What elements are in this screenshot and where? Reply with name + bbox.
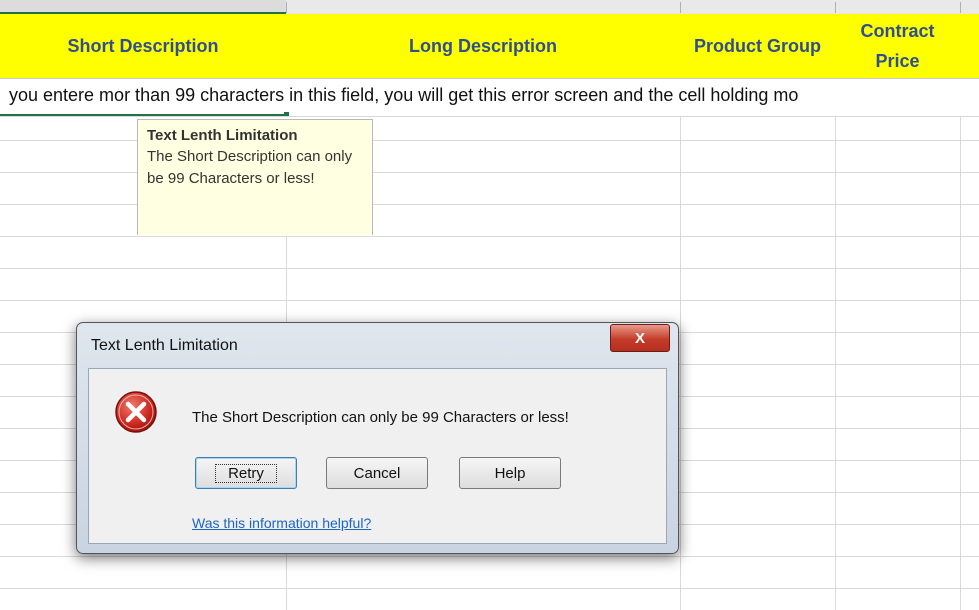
- selected-column-header[interactable]: [0, 0, 286, 14]
- column-divider: [286, 2, 287, 13]
- tooltip-body: The Short Description can only be 99 Cha…: [147, 148, 353, 187]
- header-product-group[interactable]: Product Group: [680, 14, 835, 78]
- help-button-label: Help: [494, 464, 526, 482]
- grid-line: [0, 236, 979, 237]
- grid-line: [680, 116, 681, 610]
- grid-line: [960, 116, 961, 610]
- error-message: The Short Description can only be 99 Cha…: [192, 409, 569, 426]
- column-divider: [835, 2, 836, 13]
- error-icon: [115, 391, 157, 433]
- spreadsheet-row[interactable]: you entere mor than 99 characters in thi…: [0, 78, 979, 116]
- grid-line: [835, 116, 836, 610]
- header-row: Short Description Long Description Produ…: [0, 14, 979, 79]
- grid-line: [0, 116, 979, 117]
- input-message-tooltip: Text Lenth Limitation The Short Descript…: [137, 119, 373, 235]
- grid-line: [0, 556, 979, 557]
- feedback-link[interactable]: Was this information helpful?: [192, 515, 371, 531]
- grid-line: [0, 588, 979, 589]
- cancel-button[interactable]: Cancel: [326, 457, 428, 489]
- retry-button-label: Retry: [215, 463, 277, 483]
- column-header-strip: [0, 0, 979, 15]
- header-short-description[interactable]: Short Description: [0, 14, 286, 78]
- close-button[interactable]: X: [610, 324, 670, 352]
- header-contract-price[interactable]: Contract Price: [835, 14, 960, 78]
- error-dialog: Text Lenth Limitation X The Short Descri…: [76, 322, 679, 554]
- grid-line: [0, 300, 979, 301]
- grid-line: [0, 268, 979, 269]
- cell-text: you entere mor than 99 characters in thi…: [9, 85, 799, 105]
- column-divider: [680, 2, 681, 13]
- dialog-body: The Short Description can only be 99 Cha…: [88, 368, 667, 544]
- help-button[interactable]: Help: [459, 457, 561, 489]
- tooltip-title: Text Lenth Limitation: [147, 127, 298, 144]
- cancel-button-label: Cancel: [353, 464, 401, 482]
- dialog-title: Text Lenth Limitation: [91, 337, 238, 354]
- header-long-description[interactable]: Long Description: [286, 14, 680, 78]
- column-divider: [960, 2, 961, 13]
- retry-button[interactable]: Retry: [195, 457, 297, 489]
- close-icon: X: [634, 329, 645, 347]
